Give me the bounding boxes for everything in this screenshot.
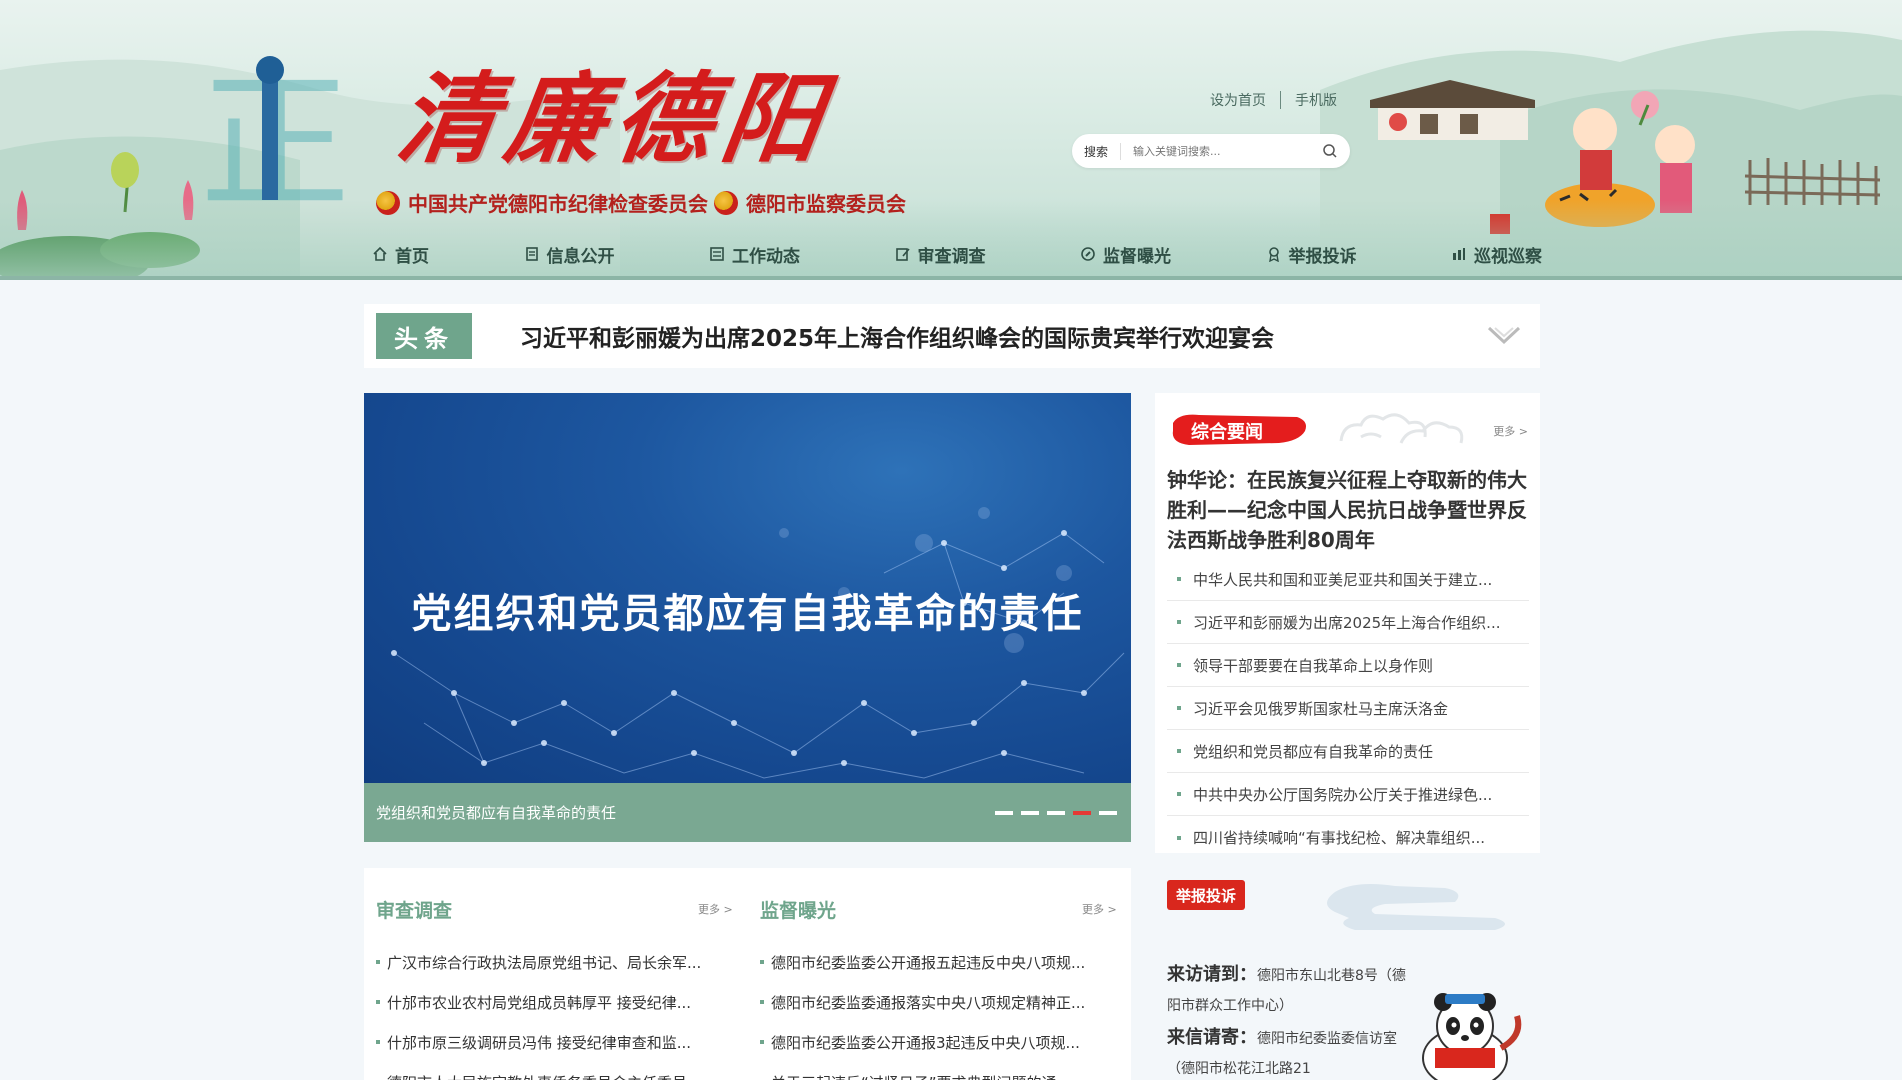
column-more-link[interactable]: 更多 > [1082, 901, 1117, 917]
search-input[interactable] [1121, 144, 1322, 158]
news-list-item[interactable]: 中华人民共和国和亚美尼亚共和国关于建立... [1167, 558, 1529, 601]
nav-item-inspection[interactable]: 巡视巡察 [1451, 238, 1542, 270]
news-more-link[interactable]: 更多 > [1493, 423, 1528, 439]
news-tag-label[interactable]: 综合要闻 [1191, 418, 1263, 444]
home-icon [373, 246, 387, 261]
compass-icon [1081, 247, 1095, 261]
nav-item-supervision[interactable]: 监督曝光 [1080, 238, 1171, 270]
column-list-item[interactable]: 德阳市纪委监委公开通报五起违反中央八项规... [760, 942, 1085, 982]
carousel-dot-active[interactable] [1073, 810, 1091, 815]
column-list-item[interactable]: 什邡市原三级调研员冯伟 接受纪律审查和监... [376, 1022, 701, 1062]
carousel-dot[interactable] [1047, 810, 1065, 815]
org-secondary: 德阳市监察委员会 [714, 188, 906, 217]
nav-item-label: 监督曝光 [1103, 246, 1171, 267]
set-homepage-link[interactable]: 设为首页 [1210, 90, 1266, 110]
news-list-item[interactable]: 中共中央办公厅国务院办公厅关于推进绿色... [1167, 773, 1529, 816]
visit-label: 来访请到： [1167, 964, 1257, 985]
national-emblem-icon [714, 190, 738, 215]
news-list-item[interactable]: 习近平会见俄罗斯国家杜马主席沃洛金 [1167, 687, 1529, 730]
report-tag[interactable]: 举报投诉 [1167, 880, 1246, 910]
carousel-dot[interactable] [1021, 810, 1039, 815]
mobile-version-link[interactable]: 手机版 [1295, 90, 1337, 110]
cloud-decoration [1327, 884, 1505, 930]
carousel-headline: 党组织和党员都应有自我革命的责任 [411, 590, 1084, 637]
letter-info: 来信请寄：德阳市纪委监委信访室（德阳市松花江北路21 [1167, 1023, 1407, 1080]
nav-item-report[interactable]: 举报投诉 [1266, 238, 1357, 270]
nav-item-label: 巡视巡察 [1474, 246, 1542, 267]
news-list-item[interactable]: 党组织和党员都应有自我革命的责任 [1167, 730, 1529, 773]
carousel-dots [995, 810, 1117, 815]
chevron-down-icon[interactable] [1486, 322, 1522, 350]
column-title[interactable]: 审查调查 [376, 896, 452, 923]
report-panel: 举报投诉 来访请到：德阳市东山北巷8号（德阳市群众工作中心） 来信请寄：德阳市纪… [1155, 868, 1540, 1080]
org-primary: 中国共产党德阳市纪律检查委员会 [376, 188, 708, 217]
news-panel: 综合要闻 更多 > 钟华论：在民族复兴征程上夺取新的伟大胜利——纪念中国人民抗日… [1155, 393, 1540, 853]
site-logo[interactable]: 清廉德阳 [390, 40, 842, 182]
column-title[interactable]: 监督曝光 [760, 896, 836, 923]
bar-chart-icon [1453, 248, 1465, 260]
carousel[interactable]: 党组织和党员都应有自我革命的责任 党组织和党员都应有自我革命的责任 [364, 393, 1131, 842]
carousel-caption-bar: 党组织和党员都应有自我革命的责任 [364, 783, 1131, 842]
org-secondary-label: 德阳市监察委员会 [746, 192, 906, 216]
news-list-item[interactable]: 习近平和彭丽媛为出席2025年上海合作组织... [1167, 601, 1529, 644]
nav-item-home[interactable]: 首页 [372, 238, 429, 270]
column-list: 广汉市综合行政执法局原党组书记、局长余军... 什邡市农业农村局党组成员韩厚平 … [376, 942, 701, 1080]
column-list-item[interactable]: 德阳市人大民族宗教外事侨务委员会主任委员... [376, 1062, 701, 1080]
nav-item-label: 审查调查 [917, 246, 986, 267]
visit-info: 来访请到：德阳市东山北巷8号（德阳市群众工作中心） [1167, 960, 1407, 1021]
site-header: 正 [0, 0, 1902, 280]
nav-item-info-disclosure[interactable]: 信息公开 [524, 238, 615, 270]
news-lead-title[interactable]: 钟华论：在民族复兴征程上夺取新的伟大胜利——纪念中国人民抗日战争暨世界反法西斯战… [1167, 465, 1532, 555]
column-list-item[interactable]: 关于三起违反“过紧日子”要求典型问题的通... [760, 1062, 1085, 1080]
column-list: 德阳市纪委监委公开通报五起违反中央八项规... 德阳市纪委监委通报落实中央八项规… [760, 942, 1085, 1080]
top-links: 设为首页 手机版 [1210, 90, 1337, 110]
search-box: 搜索 [1072, 134, 1350, 168]
nav-item-investigation[interactable]: 审查调查 [895, 238, 986, 270]
badge-icon [1268, 247, 1279, 262]
column-list-item[interactable]: 德阳市纪委监委公开通报3起违反中央八项规... [760, 1022, 1085, 1062]
headline-bar: 头条 习近平和彭丽媛为出席2025年上海合作组织峰会的国际贵宾举行欢迎宴会 [364, 304, 1540, 368]
org-primary-label: 中国共产党德阳市纪律检查委员会 [408, 192, 708, 216]
nav-item-label: 工作动态 [732, 246, 800, 267]
column-list-item[interactable]: 什邡市农业农村局党组成员韩厚平 接受纪律... [376, 982, 701, 1022]
document-icon [525, 247, 538, 261]
nav-item-label: 首页 [395, 246, 429, 267]
headline-tag: 头条 [376, 313, 472, 359]
carousel-dot[interactable] [1099, 810, 1117, 815]
carousel-dot[interactable] [995, 810, 1013, 815]
list-icon [710, 247, 724, 261]
search-icon[interactable] [1322, 143, 1338, 159]
letter-label: 来信请寄： [1167, 1027, 1257, 1048]
panda-mascot [1422, 993, 1522, 1080]
news-list: 中华人民共和国和亚美尼亚共和国关于建立... 习近平和彭丽媛为出席2025年上海… [1167, 558, 1529, 859]
search-label[interactable]: 搜索 [1084, 142, 1122, 160]
carousel-caption[interactable]: 党组织和党员都应有自我革命的责任 [376, 802, 995, 823]
nav-item-work-news[interactable]: 工作动态 [709, 238, 800, 270]
nav-item-label: 信息公开 [546, 246, 615, 267]
column-list-item[interactable]: 广汉市综合行政执法局原党组书记、局长余军... [376, 942, 701, 982]
party-emblem-icon [376, 190, 400, 215]
news-list-item[interactable]: 四川省持续喊响“有事找纪检、解决靠组织... [1167, 816, 1529, 859]
cloud-decoration [1339, 413, 1464, 444]
header-divider [0, 276, 1902, 280]
edit-icon [895, 248, 910, 261]
column-list-item[interactable]: 德阳市纪委监委通报落实中央八项规定精神正... [760, 982, 1085, 1022]
columns-panel: 审查调查 更多 > 广汉市综合行政执法局原党组书记、局长余军... 什邡市农业农… [364, 868, 1131, 1080]
column-more-link[interactable]: 更多 > [698, 901, 733, 917]
headline-title[interactable]: 习近平和彭丽媛为出席2025年上海合作组织峰会的国际贵宾举行欢迎宴会 [520, 319, 1274, 353]
top-links-separator [1280, 91, 1281, 109]
news-list-item[interactable]: 领导干部要要在自我革命上以身作则 [1167, 644, 1529, 687]
nav-item-label: 举报投诉 [1288, 246, 1357, 267]
main-nav: 首页 信息公开 工作动态 审查调查 监督曝光 举报投诉 巡视巡察 [372, 238, 1542, 270]
